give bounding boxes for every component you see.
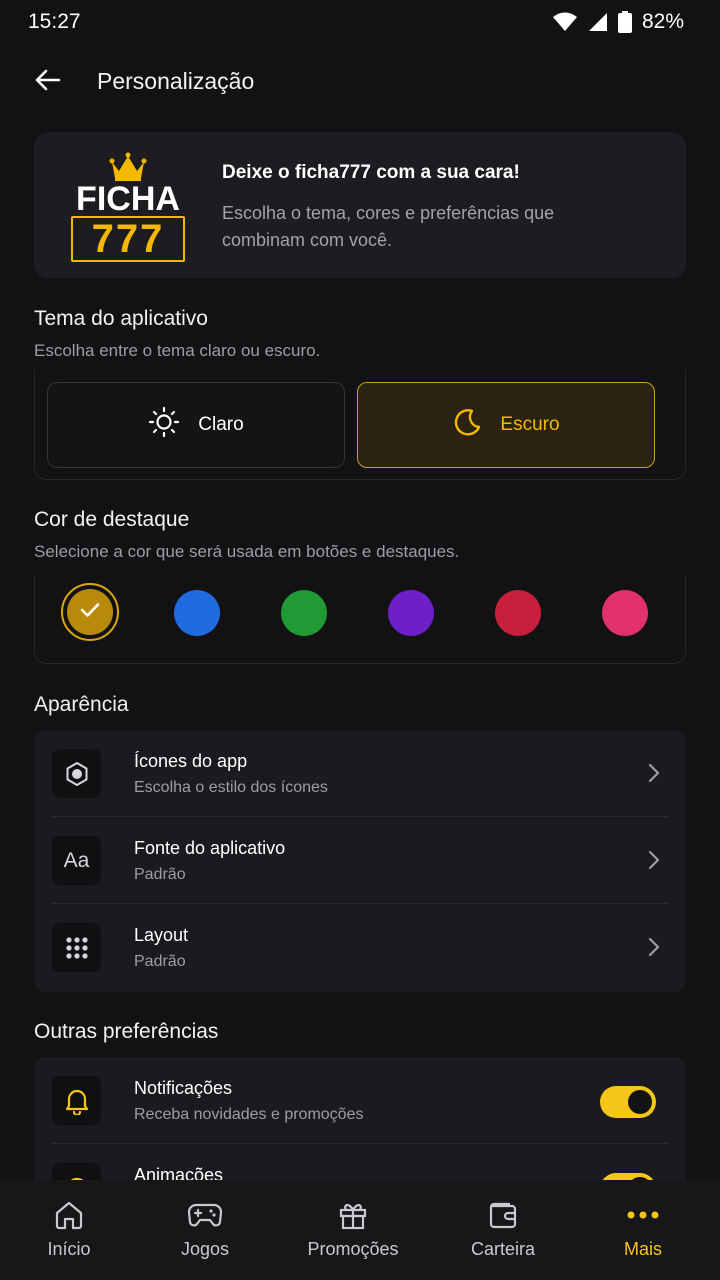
nav-item-carteira[interactable]: Carteira [454,1180,552,1280]
nav-label: Promoções [307,1239,399,1259]
item-title: Ícones do app [134,751,248,771]
item-subtitle: Padrão [134,953,186,970]
toggle-knob [628,1090,652,1114]
page-title: Personalização [97,68,255,94]
nav-item-jogos[interactable]: Jogos [156,1180,254,1280]
status-icons: 82% [552,10,684,34]
promo-subtitle: Escolha o tema, cores e preferências que… [222,203,555,250]
appearance-item-font[interactable]: Aa Fonte do aplicativo Padrão [52,817,668,904]
chevron-right-icon [648,937,660,962]
nav-item-promocoes[interactable]: Promoções [293,1180,413,1280]
font-icon-glyph: Aa [63,848,90,872]
animations-toggle[interactable] [600,1173,656,1180]
app-header: Personalização [0,54,720,110]
check-icon [80,602,100,623]
wallet-icon [487,1198,519,1232]
moon-icon [452,407,482,443]
signal-icon [588,12,608,32]
preference-item-animations: Animações [52,1144,668,1180]
grid-icon [52,923,101,972]
bell-icon [52,1076,101,1125]
nav-label: Carteira [470,1239,536,1259]
accent-swatch-pink[interactable] [602,590,648,636]
theme-selector: Claro Escuro [34,370,686,480]
sparkle-icon [52,1163,101,1180]
theme-light-label: Claro [198,414,244,435]
accent-color-picker [34,574,686,664]
chevron-right-icon [648,850,660,875]
item-subtitle: Receba novidades e promoções [134,1106,364,1123]
ficha777-logo: FICHA 777 [70,152,186,264]
other-section-title: Outras preferências [34,1020,219,1043]
swatch-fill [67,589,113,635]
app-icon-icon [52,749,101,798]
theme-section-title: Tema do aplicativo [34,307,208,330]
appearance-list: Ícones do app Escolha o estilo dos ícone… [34,730,686,992]
accent-swatch-blue[interactable] [174,590,220,636]
status-time: 15:27 [28,10,81,33]
item-title: Fonte do aplicativo [134,838,286,858]
back-button[interactable] [28,62,68,102]
appearance-section-title: Aparência [34,693,129,716]
sun-icon [148,406,180,444]
bottom-navigation: Início Jogos Promoções Carteira Mais [0,1180,720,1280]
gift-icon [337,1198,369,1232]
other-preferences-list: Notificações Receba novidades e promoçõe… [34,1057,686,1180]
font-icon: Aa [52,836,101,885]
promo-title: Deixe o ficha777 com a sua cara! [222,162,520,183]
item-subtitle: Padrão [134,866,186,883]
nav-label: Início [47,1239,91,1259]
item-subtitle: Escolha o estilo dos ícones [134,779,328,796]
accent-section-description: Selecione a cor que será usada em botões… [34,542,460,561]
preference-item-notifications: Notificações Receba novidades e promoçõe… [52,1057,668,1144]
promo-card: FICHA 777 Deixe o ficha777 com a sua car… [34,132,686,278]
item-title: Animações [134,1165,224,1180]
status-bar: 15:27 82% [0,0,720,44]
accent-swatch-red[interactable] [495,590,541,636]
theme-dark-button[interactable]: Escuro [357,382,655,468]
nav-item-mais[interactable]: Mais [594,1180,692,1280]
notifications-toggle[interactable] [600,1086,656,1118]
battery-icon [617,11,632,33]
logo-text-ficha: FICHA [76,180,180,218]
item-title: Layout [134,925,189,945]
theme-light-button[interactable]: Claro [47,382,345,468]
more-icon [627,1198,659,1232]
nav-item-inicio[interactable]: Início [20,1180,118,1280]
appearance-item-layout[interactable]: Layout Padrão [52,904,668,991]
theme-section-description: Escolha entre o tema claro ou escuro. [34,341,321,360]
logo-text-777: 777 [71,216,185,262]
accent-section-title: Cor de destaque [34,508,190,531]
accent-swatch-gold[interactable] [61,583,119,641]
theme-dark-label: Escuro [500,414,560,435]
wifi-icon [552,12,578,32]
item-title: Notificações [134,1078,233,1098]
home-icon [53,1198,85,1232]
battery-level: 82% [641,10,684,33]
accent-swatch-purple[interactable] [388,590,434,636]
appearance-item-app-icons[interactable]: Ícones do app Escolha o estilo dos ícone… [52,730,668,817]
nav-label: Mais [623,1239,662,1259]
nav-label: Jogos [180,1239,230,1259]
gamepad-icon [187,1198,223,1232]
chevron-right-icon [648,763,660,788]
back-arrow-icon [35,69,61,96]
accent-swatch-green[interactable] [281,590,327,636]
